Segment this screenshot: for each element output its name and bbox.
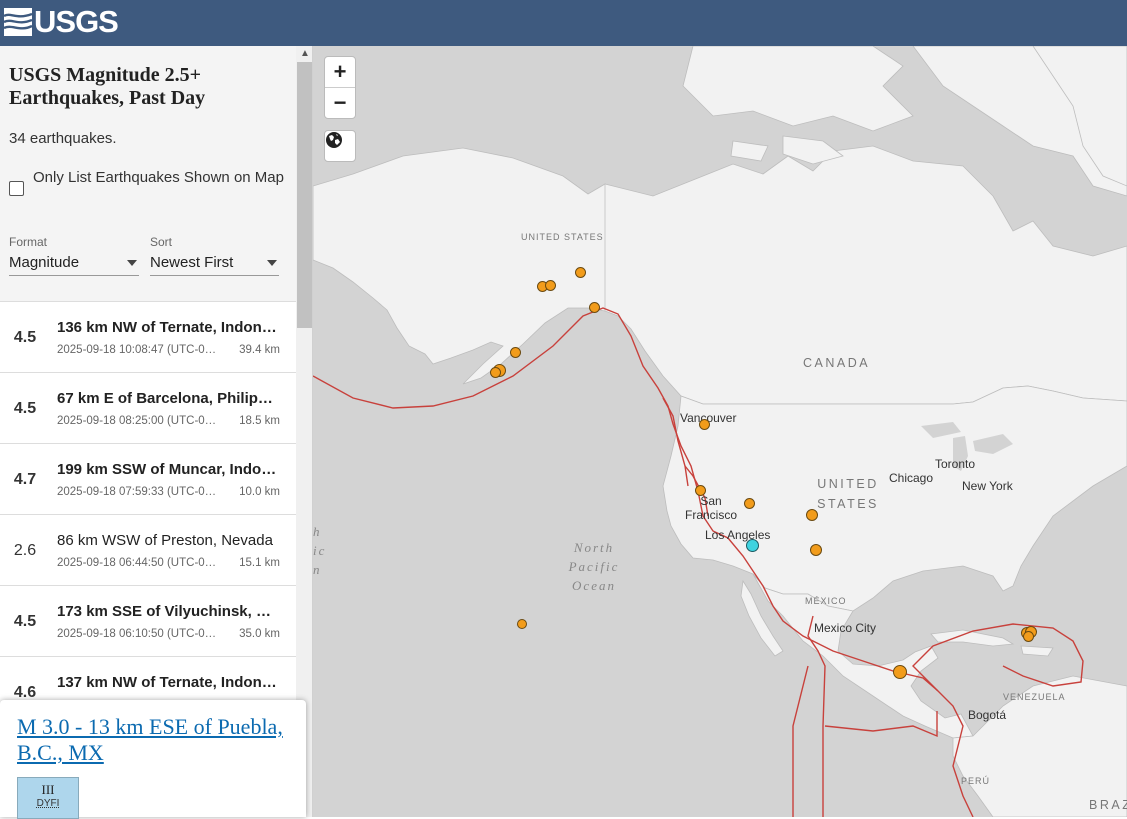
country-label-us-alaska: UNITED STATES: [521, 232, 604, 242]
usgs-logo-text: USGS: [34, 4, 119, 39]
eq-depth: 35.0 km: [239, 628, 280, 640]
earthquake-marker[interactable]: [575, 267, 586, 278]
chevron-down-icon: [267, 259, 277, 266]
basemap-layers-button[interactable]: [324, 130, 356, 162]
zoom-control: + −: [324, 56, 356, 119]
selected-earthquake-marker[interactable]: [746, 539, 759, 552]
eq-place: 136 km NW of Ternate, Indonesia: [57, 319, 281, 336]
earthquake-marker[interactable]: [806, 509, 818, 521]
city-label-new-york: New York: [962, 479, 1013, 493]
map-view[interactable]: UNITED STATES CANADA UNITED STATES MÉXIC…: [313, 46, 1127, 817]
earthquake-list-item[interactable]: 4.5 67 km E of Barcelona, Philippines 20…: [0, 372, 296, 443]
format-dropdown[interactable]: Magnitude: [9, 254, 139, 276]
eq-time: 2025-09-18 06:10:50 (UTC-07:00): [57, 628, 222, 640]
dyfi-label: DYFI: [36, 798, 60, 809]
earthquake-marker[interactable]: [695, 485, 706, 496]
eq-depth: 10.0 km: [239, 486, 280, 498]
usgs-logo[interactable]: USGS: [4, 4, 119, 40]
list-title: USGS Magnitude 2.5+ Earthquakes, Past Da…: [9, 64, 206, 109]
eq-time: 2025-09-18 08:25:00 (UTC-07:00): [57, 415, 222, 427]
earthquake-list-item[interactable]: 4.5 136 km NW of Ternate, Indonesia 2025…: [0, 301, 296, 372]
popup-title-link[interactable]: M 3.0 - 13 km ESE of Puebla, B.C., MX: [17, 714, 297, 766]
earthquake-marker[interactable]: [545, 280, 556, 291]
earthquake-marker[interactable]: [517, 619, 527, 629]
city-label-san-francisco: San Francisco: [685, 494, 738, 522]
eq-magnitude: 4.7: [13, 470, 37, 488]
scroll-up-arrow-icon[interactable]: ▲: [300, 48, 310, 59]
dyfi-badge[interactable]: III DYFI: [17, 777, 79, 819]
dyfi-intensity: III: [41, 782, 55, 797]
earthquake-count: 34 earthquakes.: [9, 130, 117, 147]
eq-place: 67 km E of Barcelona, Philippines: [57, 390, 281, 407]
earthquake-marker[interactable]: [699, 419, 710, 430]
city-label-toronto: Toronto: [935, 457, 976, 471]
chevron-down-icon: [127, 259, 137, 266]
city-label-los-angeles: Los Angeles: [705, 528, 771, 542]
earthquake-list-item[interactable]: 4.5 173 km SSE of Vilyuchinsk, Russia 20…: [0, 585, 296, 656]
earthquake-marker[interactable]: [810, 544, 822, 556]
country-label-canada: CANADA: [803, 356, 871, 370]
city-label-bogota: Bogotá: [968, 708, 1007, 722]
city-label-mexico-city: Mexico City: [814, 621, 877, 635]
format-caption: Format: [9, 235, 48, 249]
earthquake-marker[interactable]: [893, 665, 907, 679]
eq-depth: 18.5 km: [239, 415, 280, 427]
eq-depth: 15.1 km: [239, 557, 280, 569]
eq-place: 173 km SSE of Vilyuchinsk, Russia: [57, 603, 281, 620]
ocean-label: North Pacific Ocean: [568, 540, 620, 593]
earthquake-marker[interactable]: [744, 498, 755, 509]
earthquake-marker[interactable]: [589, 302, 600, 313]
earthquake-marker[interactable]: [1023, 631, 1034, 642]
eq-time: 2025-09-18 07:59:33 (UTC-07:00): [57, 486, 222, 498]
country-label-us: UNITED STATES: [817, 477, 879, 511]
eq-time: 2025-09-18 10:08:47 (UTC-07:00): [57, 344, 222, 356]
earthquake-marker[interactable]: [490, 367, 501, 378]
scrollbar-thumb[interactable]: [297, 62, 312, 328]
globe-icon: [326, 132, 342, 148]
format-select[interactable]: Format Magnitude: [9, 235, 139, 276]
eq-magnitude: 2.6: [13, 541, 37, 559]
country-label-mexico: MÉXICO: [805, 596, 847, 606]
usgs-wave-icon: [4, 8, 32, 36]
format-value: Magnitude: [9, 254, 80, 271]
earthquake-marker[interactable]: [510, 347, 521, 358]
eq-place: 137 km NW of Ternate, Indonesia: [57, 674, 281, 691]
earthquake-list-item[interactable]: 4.7 199 km SSW of Muncar, Indonesia 2025…: [0, 443, 296, 514]
eq-time: 2025-09-18 06:44:50 (UTC-07:00): [57, 557, 222, 569]
only-list-label: Only List Earthquakes Shown on Map: [33, 169, 284, 186]
only-list-shown-toggle[interactable]: Only List Earthquakes Shown on Map: [9, 166, 289, 196]
sort-dropdown[interactable]: Newest First: [150, 254, 279, 276]
ocean-label-cut: h ic n: [313, 524, 327, 577]
zoom-in-button[interactable]: +: [325, 57, 355, 87]
sort-value: Newest First: [150, 254, 234, 271]
eq-depth: 39.4 km: [239, 344, 280, 356]
earthquake-list: 4.5 136 km NW of Ternate, Indonesia 2025…: [0, 301, 296, 727]
country-label-peru: PERÚ: [961, 776, 991, 786]
zoom-out-button[interactable]: −: [325, 87, 355, 117]
earthquake-list-item[interactable]: 2.6 86 km WSW of Preston, Nevada 2025-09…: [0, 514, 296, 585]
site-header: USGS: [0, 0, 1127, 46]
country-label-venezuela: VENEZUELA: [1003, 692, 1066, 702]
earthquake-popup: M 3.0 - 13 km ESE of Puebla, B.C., MX II…: [0, 700, 306, 819]
country-label-brazil: BRAZ: [1089, 798, 1127, 812]
sort-select[interactable]: Sort Newest First: [150, 235, 279, 276]
city-label-chicago: Chicago: [889, 471, 934, 485]
eq-magnitude: 4.5: [13, 399, 37, 417]
eq-magnitude: 4.5: [13, 328, 37, 346]
only-list-checkbox[interactable]: [9, 181, 24, 196]
sort-caption: Sort: [150, 235, 173, 249]
eq-place: 199 km SSW of Muncar, Indonesia: [57, 461, 281, 478]
eq-place: 86 km WSW of Preston, Nevada: [57, 532, 273, 549]
eq-magnitude: 4.5: [13, 612, 37, 630]
